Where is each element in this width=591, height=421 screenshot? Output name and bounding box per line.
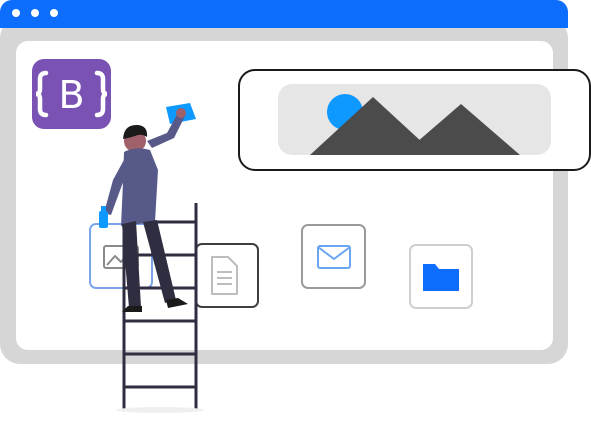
image-placeholder-icon — [238, 69, 591, 171]
window-dot-1 — [12, 9, 20, 17]
illustration-canvas: B — [0, 0, 591, 413]
folder-icon — [409, 244, 473, 309]
mail-icon — [301, 224, 366, 289]
ladder-shadow — [116, 407, 204, 413]
document-page — [211, 256, 238, 295]
browser-top-bar-base — [0, 14, 568, 28]
raised-hand — [176, 108, 186, 118]
spray-bottle — [99, 211, 108, 228]
logo-letter: B — [58, 73, 84, 117]
window-dot-3 — [50, 9, 58, 17]
mail-envelope — [317, 245, 351, 269]
browser-window-icon — [0, 0, 568, 364]
window-dot-2 — [31, 9, 39, 17]
illustration-stage: B — [0, 0, 591, 416]
spray-nozzle — [101, 206, 106, 212]
bootstrap-logo-icon: B — [32, 59, 111, 129]
document-icon — [195, 243, 259, 308]
